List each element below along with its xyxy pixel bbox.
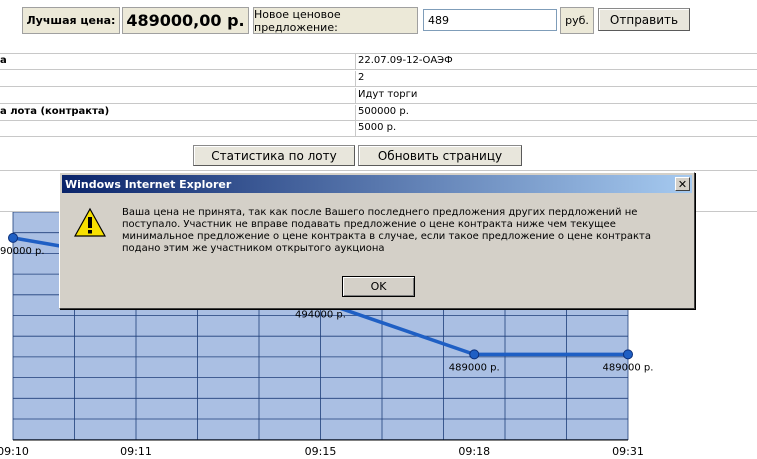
x-tick-label: 09:10 xyxy=(0,445,29,458)
info-row-value: Идут торги xyxy=(358,89,418,100)
data-label: 494000 р. xyxy=(295,309,346,320)
warning-icon xyxy=(74,207,106,237)
divider xyxy=(0,170,757,171)
info-row-key: а xyxy=(0,55,7,66)
best-price-value: 489000,00 р. xyxy=(122,7,249,34)
data-label: 489000 р. xyxy=(603,362,654,373)
best-price-label: Лучшая цена: xyxy=(22,7,120,34)
ok-button[interactable]: OK xyxy=(342,276,415,297)
ie-window: Лучшая цена: 489000,00 р. Новое ценовое … xyxy=(0,0,757,459)
x-tick-label: 09:31 xyxy=(612,445,644,458)
info-row-value: 500000 р. xyxy=(358,106,409,117)
info-row-value: 5000 р. xyxy=(358,122,397,133)
refresh-page-button[interactable]: Обновить страницу xyxy=(358,145,522,166)
info-row-value: 2 xyxy=(358,72,365,83)
info-row: 5000 р. xyxy=(0,121,757,137)
lot-stats-button[interactable]: Статистика по лоту xyxy=(193,145,355,166)
currency-label: руб. xyxy=(560,7,594,34)
x-tick-label: 09:11 xyxy=(120,445,152,458)
info-row: 2 xyxy=(0,71,757,87)
dialog-message: Ваша цена не принята, так как после Ваше… xyxy=(122,207,652,254)
info-row-value: 22.07.09-12-ОАЭФ xyxy=(358,55,453,66)
data-point xyxy=(8,232,18,243)
new-offer-label: Новое ценовое предложение: xyxy=(253,7,418,34)
x-tick-label: 09:15 xyxy=(305,445,337,458)
info-row: а лота (контракта) 500000 р. xyxy=(0,105,757,121)
data-point xyxy=(469,349,480,360)
data-label: 489000 р. xyxy=(449,362,500,373)
x-tick-label: 09:18 xyxy=(458,445,490,458)
info-row: Идут торги xyxy=(0,88,757,104)
info-row: а 22.07.09-12-ОАЭФ xyxy=(0,54,757,70)
info-row-key: а лота (контракта) xyxy=(0,106,110,117)
alert-dialog: Windows Internet Explorer ✕ Ваша цена не… xyxy=(59,172,695,309)
dialog-title: Windows Internet Explorer xyxy=(62,175,692,193)
close-icon[interactable]: ✕ xyxy=(675,177,690,191)
data-point xyxy=(623,349,633,360)
send-button[interactable]: Отправить xyxy=(598,8,690,31)
data-label: 90000 р. xyxy=(0,246,45,257)
offer-input[interactable] xyxy=(423,9,557,31)
